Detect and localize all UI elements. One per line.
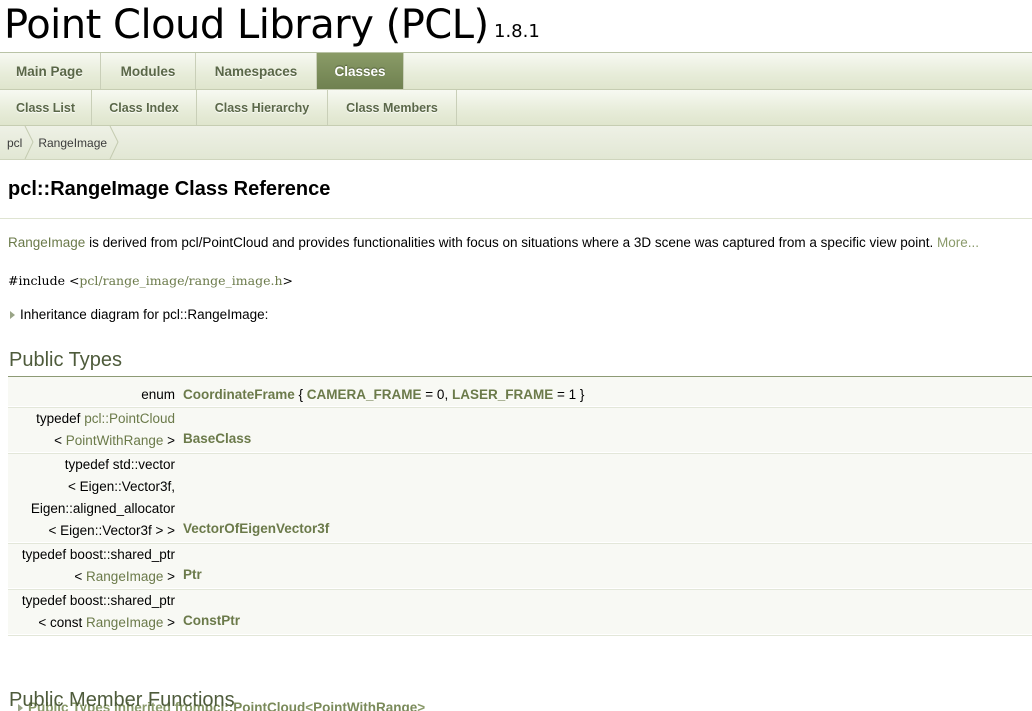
member-right: Ptr [183,543,1032,588]
more-link[interactable]: More... [937,235,979,250]
tab-main-page[interactable]: Main Page [0,53,101,89]
baseclass-link[interactable]: BaseClass [183,431,251,446]
member-left: typedef pcl::PointCloud < PointWithRange… [8,407,183,452]
brief-description: RangeImage is derived from pcl/PointClou… [8,235,979,250]
member-type-line: typedef pcl::PointCloud [8,408,175,430]
ptr-link[interactable]: Ptr [183,567,202,582]
vectorofeigenvector3f-link[interactable]: VectorOfEigenVector3f [183,521,329,536]
member-type-line: typedef boost::shared_ptr [21,547,175,562]
inherited-pointwithrange-link[interactable]: PointWithRange [313,700,417,711]
member-left: typedef std::vector < Eigen::Vector3f, E… [8,453,183,542]
main-tabs: Main Page Modules Namespaces Classes [0,53,1032,90]
breadcrumb-separator-icon [109,126,119,159]
tab-namespaces[interactable]: Namespaces [196,53,317,89]
member-text: = 1 } [553,387,585,402]
project-name: Point Cloud Library (PCL) [4,2,489,48]
tab-classes[interactable]: Classes [317,53,404,89]
tab-class-index[interactable]: Class Index [92,90,197,125]
brief-class-link[interactable]: RangeImage [8,235,85,250]
member-right: BaseClass [183,407,1032,452]
public-types-table: enum CoordinateFrame { CAMERA_FRAME = 0,… [8,377,1032,636]
inherited-suffix: > [417,700,426,711]
member-left: typedef boost::shared_ptr < const RangeI… [8,589,183,634]
member-text: < const [38,615,87,630]
tab-class-list[interactable]: Class List [0,90,92,125]
expand-triangle-icon [10,310,15,319]
member-left: enum [8,377,183,406]
pointcloud-link[interactable]: pcl::PointCloud [84,411,175,426]
enum-camera-frame-link[interactable]: CAMERA_FRAME [307,387,422,402]
breadcrumb-label: RangeImage [38,135,108,150]
table-row: typedef pcl::PointCloud < PointWithRange… [8,407,1032,452]
row-separator [8,634,1032,636]
inheritance-diagram-toggle[interactable]: Inheritance diagram for pcl::RangeImage: [10,307,268,322]
section-public-member-functions: Public Member Functions [9,689,235,711]
member-right: VectorOfEigenVector3f [183,453,1032,542]
table-row: typedef boost::shared_ptr < const RangeI… [8,589,1032,634]
table-row: typedef std::vector < Eigen::Vector3f, E… [8,453,1032,542]
page-title: pcl::RangeImage Class Reference [8,178,331,200]
member-right: CoordinateFrame { CAMERA_FRAME = 0, LASE… [183,377,1032,406]
member-type-line: Eigen::aligned_allocator [30,501,175,516]
rangeimage-link[interactable]: RangeImage [86,615,163,630]
pointwithrange-link[interactable]: PointWithRange [66,433,164,448]
enum-coordinateframe-link[interactable]: CoordinateFrame [183,387,295,402]
include-prefix: #include < [8,273,80,288]
member-type-line: typedef boost::shared_ptr [21,593,175,608]
member-text: > [163,569,175,584]
table-row: enum CoordinateFrame { CAMERA_FRAME = 0,… [8,377,1032,406]
member-right: ConstPtr [183,589,1032,634]
include-path-link[interactable]: pcl/range_image/range_image.h [79,273,282,288]
member-type-line: < RangeImage > [8,566,175,588]
include-suffix: > [282,273,294,288]
member-type-line: < Eigen::Vector3f > > [48,523,175,538]
title-area: Point Cloud Library (PCL) 1.8.1 [0,0,1032,53]
member-text: > [163,615,175,630]
member-type-line: < PointWithRange > [8,430,175,452]
sub-tabs: Class List Class Index Class Hierarchy C… [0,90,1032,126]
member-text: < [74,569,87,584]
include-line: #include <pcl/range_image/range_image.h> [8,273,293,288]
enum-laser-frame-link[interactable]: LASER_FRAME [452,387,553,402]
constptr-link[interactable]: ConstPtr [183,613,240,628]
page-header: pcl::RangeImage Class Reference [0,160,1032,219]
breadcrumb-item-rangeimage[interactable]: RangeImage [34,126,119,159]
member-left: typedef boost::shared_ptr < RangeImage > [8,543,183,588]
table-row: typedef boost::shared_ptr < RangeImage >… [8,543,1032,588]
member-text: = 0, [421,387,452,402]
tab-class-members[interactable]: Class Members [328,90,457,125]
breadcrumb-item-pcl[interactable]: pcl [0,126,34,159]
member-type-line: < Eigen::Vector3f, [68,479,175,494]
member-type: enum [141,387,175,402]
breadcrumb-separator-icon [24,126,34,159]
member-type-line: typedef std::vector [64,457,175,472]
member-type-line: < const RangeImage > [8,612,175,634]
member-text: typedef [36,411,85,426]
tab-modules[interactable]: Modules [101,53,196,89]
breadcrumb: pcl RangeImage [0,126,1032,160]
member-text: { [294,387,307,402]
member-text: > [163,433,175,448]
tab-class-hierarchy[interactable]: Class Hierarchy [197,90,328,125]
section-public-types: Public Types [9,349,123,371]
breadcrumb-label: pcl [7,135,23,150]
inherited-mid: < [305,700,314,711]
rangeimage-link[interactable]: RangeImage [86,569,163,584]
member-text: < [54,433,66,448]
inheritance-label: Inheritance diagram for pcl::RangeImage: [20,307,269,322]
project-number: 1.8.1 [494,21,540,42]
brief-text: is derived from pcl/PointCloud and provi… [85,235,937,250]
